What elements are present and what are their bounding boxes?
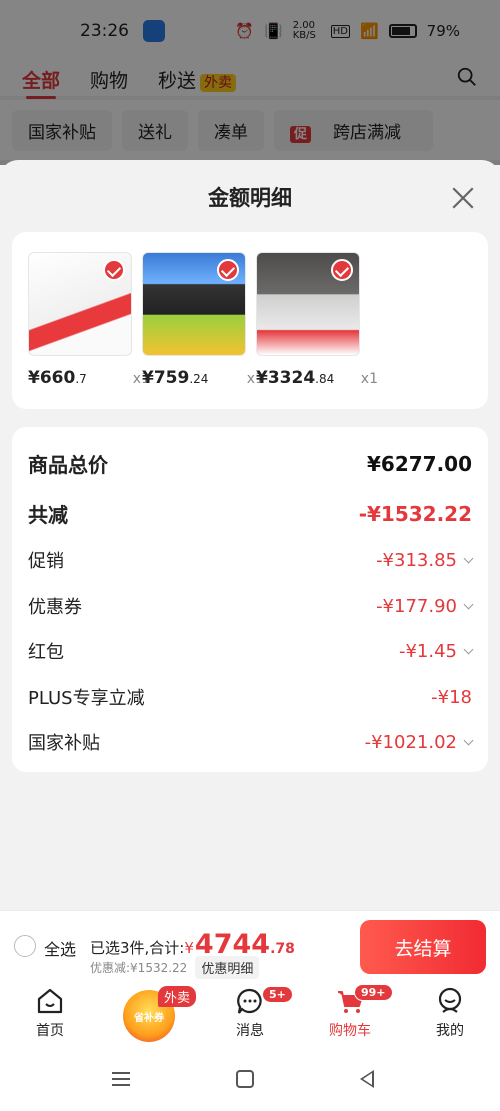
check-icon: [103, 259, 125, 281]
amount-detail-sheet: 金额明细 ¥660.7 x1 ¥759.24 x1 ¥3324.84 x1 商品总价 …: [0, 160, 500, 910]
select-all-radio[interactable]: [14, 935, 36, 957]
tab-me[interactable]: 我的: [400, 982, 500, 1048]
checkout-button[interactable]: 去结算: [360, 920, 486, 974]
row-plus-discount: PLUS专享立减 -¥18: [28, 684, 472, 710]
row-national-subsidy[interactable]: 国家补贴 -¥1021.02: [28, 729, 474, 755]
discount-summary: 优惠减:¥1532.22 优惠明细: [90, 956, 260, 979]
coupon-value: -¥177.90: [376, 595, 457, 617]
product-thumbnail: [28, 252, 132, 356]
goods-total-label: 商品总价: [28, 453, 108, 477]
product-item[interactable]: ¥660.7 x1: [28, 252, 150, 388]
product-price-dec: .84: [315, 372, 335, 386]
national-subsidy-value: -¥1021.02: [364, 731, 457, 753]
chevron-down-icon: [463, 644, 474, 654]
promotion-value: -¥313.85: [376, 549, 457, 571]
center-promo-label: 省补券: [134, 1012, 164, 1024]
coupon-label: 优惠券: [28, 597, 82, 618]
product-price: ¥759.24: [142, 368, 208, 388]
tab-messages-label: 消息: [236, 1023, 264, 1039]
row-total-reduction: 共减 -¥1532.22: [28, 499, 472, 528]
chevron-down-icon: [463, 599, 474, 609]
product-price-int: ¥660: [28, 368, 76, 388]
chevron-down-icon: [463, 735, 474, 745]
tab-home-label: 首页: [36, 1023, 64, 1039]
profile-icon: [438, 987, 462, 1013]
national-subsidy-value-wrap: -¥1021.02: [364, 731, 474, 753]
sheet-title: 金额明细: [208, 186, 292, 210]
row-red-packet[interactable]: 红包 -¥1.45: [28, 638, 474, 664]
red-packet-label: 红包: [28, 642, 64, 663]
product-item[interactable]: ¥3324.84 x1: [256, 252, 378, 388]
selected-count-text: 已选3件,合计:: [90, 939, 185, 957]
product-price: ¥3324.84: [256, 368, 334, 388]
row-coupon[interactable]: 优惠券 -¥177.90: [28, 593, 474, 619]
amount-breakdown: 商品总价 ¥6277.00 共减 -¥1532.22 促销 -¥313.85 优…: [12, 427, 488, 772]
cart-badge: 99+: [354, 984, 393, 1001]
product-qty: x1: [360, 371, 378, 387]
red-packet-value-wrap: -¥1.45: [398, 640, 474, 662]
plus-discount-value: -¥18: [431, 686, 472, 708]
chevron-down-icon: [463, 553, 474, 563]
messages-badge: 5+: [262, 986, 293, 1003]
promotion-value-wrap: -¥313.85: [376, 549, 474, 571]
national-subsidy-label: 国家补贴: [28, 733, 100, 754]
select-all-label[interactable]: 全选: [44, 936, 76, 960]
check-icon: [217, 259, 239, 281]
checkout-bar: 全选 已选3件,合计: ¥ 4744 .78 优惠减:¥1532.22 优惠明细…: [0, 910, 500, 982]
goods-total-value: ¥6277.00: [366, 451, 472, 476]
check-icon: [331, 259, 353, 281]
promotion-label: 促销: [28, 551, 64, 572]
product-list: ¥660.7 x1 ¥759.24 x1 ¥3324.84 x1: [12, 232, 488, 409]
discount-detail-button[interactable]: 优惠明细: [195, 956, 260, 979]
plus-discount-label: PLUS专享立减: [28, 688, 145, 709]
row-goods-total: 商品总价 ¥6277.00: [28, 449, 472, 478]
tab-cart-label: 购物车: [329, 1023, 371, 1039]
message-icon: [237, 988, 262, 1014]
total-amount-decimal: .78: [270, 941, 295, 957]
home-icon: [37, 988, 63, 1014]
product-item[interactable]: ¥759.24 x1: [142, 252, 264, 388]
row-promotion[interactable]: 促销 -¥313.85: [28, 547, 474, 573]
recents-icon[interactable]: [112, 1072, 130, 1086]
product-price-int: ¥3324: [256, 368, 316, 388]
tab-messages[interactable]: 5+ 消息: [200, 982, 300, 1048]
total-reduction-value: -¥1532.22: [358, 501, 472, 526]
product-thumbnail: [256, 252, 360, 356]
product-price-int: ¥759: [142, 368, 190, 388]
red-packet-value: -¥1.45: [398, 640, 457, 662]
tab-cart[interactable]: 99+ 购物车: [300, 982, 400, 1048]
center-takeout-badge: 外卖: [158, 986, 197, 1007]
product-price: ¥660.7: [28, 368, 87, 388]
dim-overlay[interactable]: [0, 0, 500, 165]
tab-me-label: 我的: [436, 1023, 464, 1039]
system-home-icon[interactable]: [236, 1070, 254, 1088]
close-icon[interactable]: [450, 185, 476, 211]
total-currency: ¥: [184, 939, 194, 957]
bottom-tab-bar: 首页 5+ 消息 99+ 购物车 我的: [0, 982, 500, 1048]
back-icon[interactable]: [360, 1070, 374, 1088]
tab-home[interactable]: 首页: [0, 982, 100, 1048]
total-reduction-label: 共减: [28, 503, 68, 527]
product-thumbnail: [142, 252, 246, 356]
system-nav-bar: [0, 1048, 500, 1111]
coupon-value-wrap: -¥177.90: [376, 595, 474, 617]
product-price-dec: .24: [189, 372, 209, 386]
discount-text: 优惠减:¥1532.22: [90, 961, 188, 975]
product-price-dec: .7: [75, 372, 87, 386]
